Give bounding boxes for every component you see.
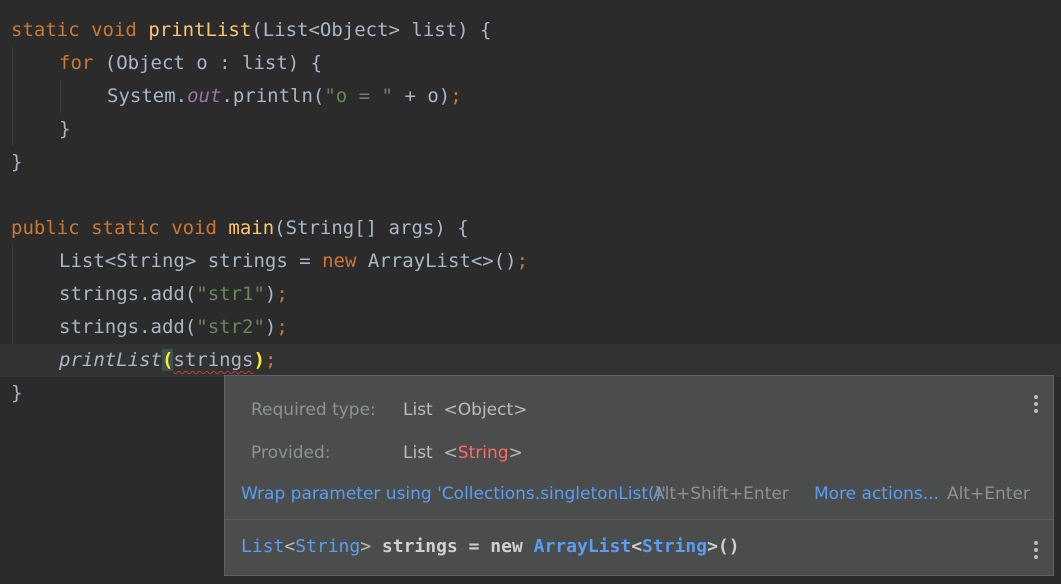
method-name: main [228,217,275,239]
closing-brace: } [11,382,23,404]
semicolon: ; [516,250,529,272]
semicolon: ; [264,349,277,371]
string-literal: "o = " [324,85,393,107]
code-text: (Object o : list) { [93,52,323,74]
closing-brace: } [59,118,71,140]
static-field: out [187,85,222,107]
string-literal: "str1" [196,283,265,305]
matched-paren: ) [253,349,265,371]
code-text: strings.add( [59,316,197,338]
code-text: .println( [221,85,325,107]
provided-type-label: Provided: [251,443,331,463]
code-line[interactable]: strings.add("str2"); [0,311,1061,344]
keyword: static [91,217,160,239]
keyword: for [59,52,94,74]
matched-paren: ( [161,349,174,371]
code-line[interactable]: public static void main(String[] args) { [0,212,1061,245]
declaration-menu-icon[interactable] [1030,539,1042,561]
semicolon: ; [276,316,288,338]
keyword: new [322,250,357,272]
code-text: List<String> strings = [59,250,323,272]
method-name: printList [148,19,252,41]
code-text: (String[] args) { [274,217,469,239]
code-line[interactable]: System.out.println("o = " + o); [0,80,1061,113]
popup-divider [225,519,1053,520]
more-actions-shortcut-hint: Alt+Enter [947,484,1030,504]
provided-type-value: List <String> [403,443,523,463]
keyword: void [171,217,217,239]
code-text: + o) [393,85,451,107]
fix-shortcut-hint: Alt+Shift+Enter [653,484,789,504]
string-literal: "str2" [196,316,265,338]
popup-menu-icon[interactable] [1030,393,1042,415]
semicolon: ; [450,85,462,107]
keyword: void [91,19,137,41]
wrap-parameter-fix-link[interactable]: Wrap parameter using 'Collections.single… [241,484,666,504]
code-line[interactable]: } [0,146,1061,179]
closing-brace: } [11,151,23,173]
code-line[interactable]: List<String> strings = new ArrayList<>()… [0,245,1061,278]
code-text: ArrayList<>() [356,250,517,272]
code-text: (List<Object> list) { [251,19,492,41]
code-line[interactable]: strings.add("str1"); [0,278,1061,311]
declaration-preview[interactable]: List<String> strings = new ArrayList<Str… [241,536,740,557]
code-text: strings.add( [59,283,197,305]
code-line[interactable]: } [0,113,1061,146]
semicolon: ; [276,283,288,305]
code-text: ) [264,316,277,338]
code-line[interactable]: for (Object o : list) { [0,47,1061,80]
keyword: public [11,217,80,239]
error-argument[interactable]: strings [173,349,253,371]
current-code-line[interactable]: printList(strings); [0,344,1061,377]
error-tooltip-popup[interactable]: Required type: List <Object> Provided: L… [224,375,1054,576]
code-text: System. [107,85,188,107]
keyword: static [11,19,80,41]
method-call: printList [59,349,162,371]
required-type-label: Required type: [251,400,376,420]
more-actions-link[interactable]: More actions... [814,484,939,504]
code-text: ) [264,283,277,305]
required-type-value: List <Object> [403,400,528,420]
code-line[interactable]: static void printList(List<Object> list)… [0,14,1061,47]
